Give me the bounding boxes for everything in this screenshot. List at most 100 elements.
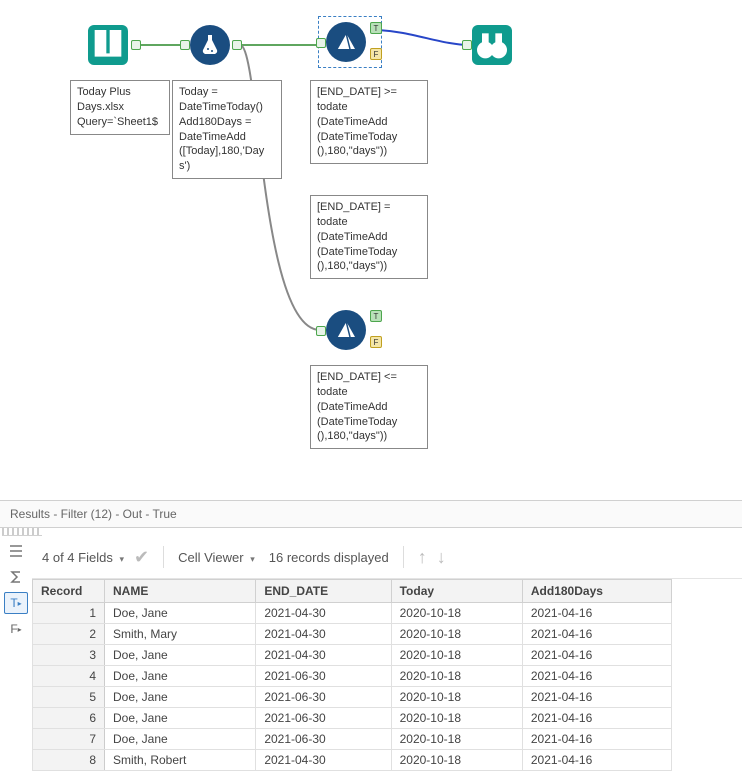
cell-name: Doe, Jane	[105, 603, 256, 624]
chevron-down-icon: ▾	[119, 554, 124, 564]
cell-name: Doe, Jane	[105, 729, 256, 750]
cell-today: 2020-10-18	[391, 624, 522, 645]
rail-false-label: F	[10, 622, 17, 636]
input-port[interactable]	[316, 326, 326, 336]
output-port[interactable]	[131, 40, 141, 50]
port-false[interactable]: F	[370, 336, 382, 348]
formula-annotation: Today = DateTimeToday() Add180Days = Dat…	[172, 80, 282, 179]
cell-record: 1	[33, 603, 105, 624]
port-true[interactable]: T	[370, 310, 382, 322]
cell-end-date: 2021-06-30	[256, 708, 391, 729]
cell-today: 2020-10-18	[391, 708, 522, 729]
cell-today: 2020-10-18	[391, 687, 522, 708]
input-port[interactable]	[462, 40, 472, 50]
cell-name: Smith, Robert	[105, 750, 256, 771]
col-today[interactable]: Today	[391, 580, 522, 603]
port-false[interactable]: F	[370, 48, 382, 60]
chevron-down-icon: ▾	[250, 554, 255, 564]
cell-today: 2020-10-18	[391, 645, 522, 666]
input-port[interactable]	[180, 40, 190, 50]
cell-record: 2	[33, 624, 105, 645]
col-record[interactable]: Record	[33, 580, 105, 603]
output-port[interactable]	[232, 40, 242, 50]
cell-end-date: 2021-04-30	[256, 603, 391, 624]
table-row[interactable]: 4Doe, Jane2021-06-302020-10-182021-04-16	[33, 666, 672, 687]
filter3-annotation: [END_DATE] <= todate (DateTimeAdd (DateT…	[310, 365, 428, 449]
results-title: Results - Filter (12) - Out - True	[0, 500, 742, 528]
cell-viewer-label: Cell Viewer	[178, 550, 244, 565]
cell-add180: 2021-04-16	[522, 708, 671, 729]
table-row[interactable]: 1Doe, Jane2021-04-302020-10-182021-04-16	[33, 603, 672, 624]
cell-today: 2020-10-18	[391, 666, 522, 687]
cell-record: 8	[33, 750, 105, 771]
rail-true-label: T	[10, 596, 17, 610]
binoculars-icon	[472, 25, 512, 65]
table-row[interactable]: 2Smith, Mary2021-04-302020-10-182021-04-…	[33, 624, 672, 645]
cell-end-date: 2021-06-30	[256, 687, 391, 708]
cell-end-date: 2021-06-30	[256, 666, 391, 687]
rail-sum-button[interactable]	[4, 566, 28, 588]
fields-dropdown[interactable]: 4 of 4 Fields ▾	[42, 550, 124, 565]
cell-record: 4	[33, 666, 105, 687]
fields-label: 4 of 4 Fields	[42, 550, 113, 565]
cell-record: 5	[33, 687, 105, 708]
filter2-annotation: [END_DATE] = todate (DateTimeAdd (DateTi…	[310, 195, 428, 279]
results-toolbar: 4 of 4 Fields ▾ ✔ Cell Viewer ▾ 16 recor…	[32, 536, 742, 579]
table-row[interactable]: 3Doe, Jane2021-04-302020-10-182021-04-16	[33, 645, 672, 666]
cell-today: 2020-10-18	[391, 603, 522, 624]
records-count-label: 16 records displayed	[269, 550, 389, 565]
cell-end-date: 2021-04-30	[256, 750, 391, 771]
cell-add180: 2021-04-16	[522, 603, 671, 624]
cell-name: Doe, Jane	[105, 645, 256, 666]
filter-tool-1[interactable]	[326, 22, 366, 62]
cell-name: Doe, Jane	[105, 666, 256, 687]
input-data-tool[interactable]	[88, 25, 128, 65]
browse-tool[interactable]	[472, 25, 512, 65]
col-end-date[interactable]: END_DATE	[256, 580, 391, 603]
rail-list-button[interactable]	[4, 540, 28, 562]
col-add180[interactable]: Add180Days	[522, 580, 671, 603]
prism-icon	[334, 30, 358, 54]
prism-icon	[334, 318, 358, 342]
separator	[163, 546, 164, 568]
workflow-canvas[interactable]: T F T F Today Plus Days.xlsx Query=`Shee…	[0, 0, 742, 500]
separator	[403, 546, 404, 568]
filter1-annotation: [END_DATE] >= todate (DateTimeAdd (DateT…	[310, 80, 428, 164]
check-icon[interactable]: ✔	[134, 547, 149, 568]
cell-record: 3	[33, 645, 105, 666]
cell-add180: 2021-04-16	[522, 750, 671, 771]
input-port[interactable]	[316, 38, 326, 48]
list-icon	[8, 543, 24, 559]
cell-viewer-dropdown[interactable]: Cell Viewer ▾	[178, 550, 255, 565]
cell-end-date: 2021-04-30	[256, 624, 391, 645]
cell-today: 2020-10-18	[391, 750, 522, 771]
cell-add180: 2021-04-16	[522, 729, 671, 750]
col-name[interactable]: NAME	[105, 580, 256, 603]
filter-tool-3[interactable]	[326, 310, 366, 350]
port-true[interactable]: T	[370, 22, 382, 34]
flask-icon	[198, 33, 222, 57]
results-table[interactable]: Record NAME END_DATE Today Add180Days 1D…	[32, 579, 672, 771]
results-left-rail: T▸ F▸	[0, 536, 32, 771]
arrow-up-button[interactable]: ↑	[418, 547, 427, 568]
rail-true-button[interactable]: T▸	[4, 592, 28, 614]
cell-add180: 2021-04-16	[522, 624, 671, 645]
arrow-down-button[interactable]: ↓	[437, 547, 446, 568]
cell-name: Doe, Jane	[105, 708, 256, 729]
table-row[interactable]: 7Doe, Jane2021-06-302020-10-182021-04-16	[33, 729, 672, 750]
formula-tool[interactable]	[190, 25, 230, 65]
table-row[interactable]: 5Doe, Jane2021-06-302020-10-182021-04-16	[33, 687, 672, 708]
cell-end-date: 2021-04-30	[256, 645, 391, 666]
cell-add180: 2021-04-16	[522, 645, 671, 666]
book-icon	[88, 25, 128, 65]
rail-false-button[interactable]: F▸	[4, 618, 28, 640]
cell-record: 7	[33, 729, 105, 750]
table-row[interactable]: 6Doe, Jane2021-06-302020-10-182021-04-16	[33, 708, 672, 729]
panel-grip[interactable]	[2, 528, 42, 536]
cell-add180: 2021-04-16	[522, 666, 671, 687]
input-annotation: Today Plus Days.xlsx Query=`Sheet1$	[70, 80, 170, 135]
sigma-icon	[8, 569, 24, 585]
cell-today: 2020-10-18	[391, 729, 522, 750]
table-row[interactable]: 8Smith, Robert2021-04-302020-10-182021-0…	[33, 750, 672, 771]
cell-end-date: 2021-06-30	[256, 729, 391, 750]
